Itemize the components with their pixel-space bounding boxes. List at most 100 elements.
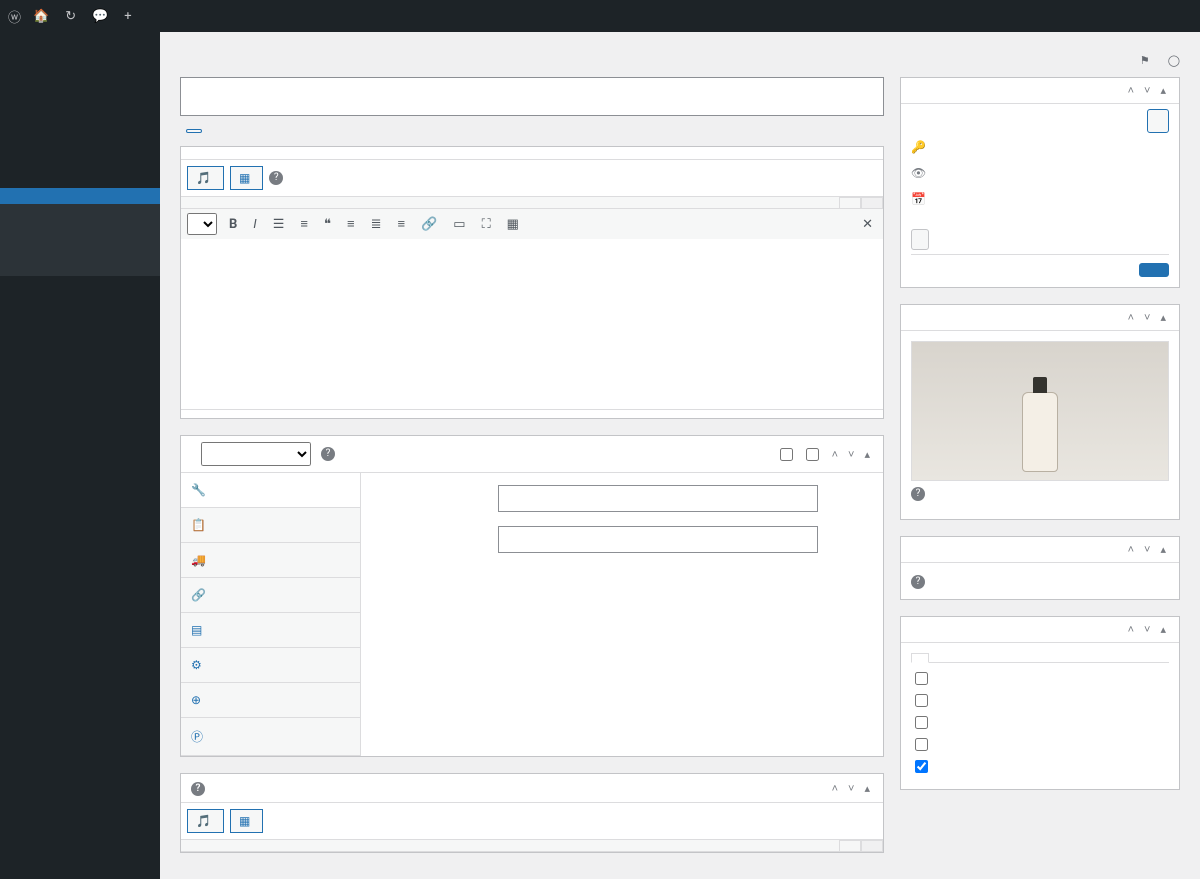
tab-more-options[interactable]: ⊕ xyxy=(181,683,360,718)
visual-tab[interactable] xyxy=(839,197,861,208)
sidebar-item-mailpoet[interactable] xyxy=(0,134,160,150)
site-name-link[interactable]: 🏠 xyxy=(33,9,53,24)
add-contact-form-button[interactable]: ▦ xyxy=(230,166,263,190)
sidebar-item-pages[interactable] xyxy=(0,102,160,118)
tab-advanced[interactable]: ⚙ xyxy=(181,648,360,683)
tab-inventory[interactable]: 📋 xyxy=(181,508,360,543)
sidebar-sub-categories[interactable] xyxy=(0,228,160,240)
help-icon[interactable]: ? xyxy=(191,782,205,796)
product-title-input[interactable] xyxy=(180,77,884,116)
caret-icon[interactable]: ▴ xyxy=(1157,311,1169,324)
sidebar-item-settings[interactable] xyxy=(0,394,160,410)
product-image-thumbnail[interactable] xyxy=(911,341,1169,481)
short-visual-tab[interactable] xyxy=(839,840,861,851)
text-tab[interactable] xyxy=(861,197,883,208)
category-checkbox[interactable] xyxy=(915,672,928,685)
sidebar-item-users[interactable] xyxy=(0,362,160,378)
category-checkbox[interactable] xyxy=(915,760,928,773)
sidebar-item-collapse[interactable] xyxy=(0,410,160,426)
chevron-down-icon[interactable]: ˅ xyxy=(1141,311,1153,324)
category-item[interactable] xyxy=(911,669,1169,691)
sidebar-item-products[interactable] xyxy=(0,188,160,204)
product-type-select[interactable] xyxy=(201,442,311,466)
category-item[interactable] xyxy=(911,757,1169,779)
short-text-tab[interactable] xyxy=(861,840,883,851)
link-icon[interactable]: 🔗 xyxy=(417,215,441,234)
sidebar-sub-all-products[interactable] xyxy=(0,204,160,216)
virtual-checkbox[interactable] xyxy=(780,448,793,461)
short-add-contact-button[interactable]: ▦ xyxy=(230,809,263,833)
category-item[interactable] xyxy=(911,735,1169,757)
wp-logo[interactable]: ⓦ xyxy=(8,7,21,26)
align-right-icon[interactable]: ≡ xyxy=(393,214,409,234)
sidebar-item-payments[interactable] xyxy=(0,276,160,292)
distraction-free-icon[interactable]: ✕ xyxy=(858,215,877,234)
category-checkbox[interactable] xyxy=(915,738,928,751)
sidebar-item-appearance[interactable] xyxy=(0,330,160,346)
category-item[interactable] xyxy=(911,691,1169,713)
sidebar-item-dashboard[interactable] xyxy=(0,32,160,48)
chevron-up-icon[interactable]: ˄ xyxy=(1125,311,1137,324)
comments-link[interactable]: 💬 xyxy=(92,9,112,24)
tab-general[interactable]: 🔧 xyxy=(181,473,360,508)
chevron-up-icon[interactable]: ˄ xyxy=(1125,543,1137,556)
downloadable-checkbox[interactable] xyxy=(806,448,819,461)
clear-cache-button[interactable] xyxy=(911,229,929,250)
numbered-list-icon[interactable]: ≡ xyxy=(296,214,312,234)
regular-price-input[interactable] xyxy=(498,485,818,512)
preview-changes-button[interactable] xyxy=(1147,109,1169,133)
caret-icon[interactable]: ▴ xyxy=(1157,543,1169,556)
all-categories-tab[interactable] xyxy=(911,653,929,663)
chevron-up-icon[interactable]: ˄ xyxy=(829,782,841,795)
sidebar-sub-reviews[interactable] xyxy=(0,264,160,276)
sidebar-item-comments[interactable] xyxy=(0,118,160,134)
tab-attributes[interactable]: ▤ xyxy=(181,613,360,648)
category-checkbox[interactable] xyxy=(915,694,928,707)
finish-setup-button[interactable]: ◯ xyxy=(1168,54,1180,69)
update-button[interactable] xyxy=(1139,263,1169,277)
help-icon[interactable]: ? xyxy=(269,171,283,185)
quote-icon[interactable]: ❝ xyxy=(320,215,335,234)
chevron-down-icon[interactable]: ˅ xyxy=(845,448,857,461)
sidebar-item-media[interactable] xyxy=(0,86,160,102)
sidebar-item-marketing[interactable] xyxy=(0,308,160,324)
chevron-down-icon[interactable]: ˅ xyxy=(1141,84,1153,97)
description-editor[interactable] xyxy=(181,239,883,409)
chevron-up-icon[interactable]: ˄ xyxy=(829,448,841,461)
chevron-up-icon[interactable]: ˄ xyxy=(1125,84,1137,97)
more-icon[interactable]: ▭ xyxy=(449,215,469,234)
sidebar-sub-attributes[interactable] xyxy=(0,252,160,264)
sidebar-item-tools[interactable] xyxy=(0,378,160,394)
sidebar-item-woocommerce[interactable] xyxy=(0,172,160,188)
short-add-media-button[interactable]: 🎵 xyxy=(187,809,224,833)
toolbar-toggle-icon[interactable]: ▦ xyxy=(503,215,523,234)
tab-pinterest[interactable]: Ⓟ xyxy=(181,718,360,756)
add-media-button[interactable]: 🎵 xyxy=(187,166,224,190)
chevron-down-icon[interactable]: ˅ xyxy=(1141,623,1153,636)
caret-icon[interactable]: ▴ xyxy=(1157,84,1169,97)
fullscreen-icon[interactable]: ⛶ xyxy=(478,215,495,234)
sidebar-sub-add-new[interactable] xyxy=(0,216,160,228)
sidebar-item-jetpack[interactable] xyxy=(0,48,160,64)
caret-icon[interactable]: ▴ xyxy=(861,448,873,461)
sidebar-item-posts[interactable] xyxy=(0,70,160,86)
align-left-icon[interactable]: ≡ xyxy=(343,214,359,234)
italic-icon[interactable]: I xyxy=(249,215,260,234)
category-checkbox[interactable] xyxy=(915,716,928,729)
chevron-down-icon[interactable]: ˅ xyxy=(1141,543,1153,556)
caret-icon[interactable]: ▴ xyxy=(1157,623,1169,636)
help-icon[interactable]: ? xyxy=(911,575,925,589)
edit-permalink-button[interactable] xyxy=(186,129,202,133)
align-center-icon[interactable]: ≣ xyxy=(367,215,386,234)
activity-button[interactable]: ⚑ xyxy=(1140,54,1150,69)
help-icon[interactable]: ? xyxy=(911,487,925,501)
new-content-link[interactable]: + xyxy=(124,9,135,24)
tab-linked[interactable]: 🔗 xyxy=(181,578,360,613)
caret-icon[interactable]: ▴ xyxy=(861,782,873,795)
chevron-up-icon[interactable]: ˄ xyxy=(1125,623,1137,636)
sidebar-sub-tags[interactable] xyxy=(0,240,160,252)
tab-shipping[interactable]: 🚚 xyxy=(181,543,360,578)
updates-link[interactable]: ↻ xyxy=(65,9,80,24)
sale-price-input[interactable] xyxy=(498,526,818,553)
sidebar-item-feedback[interactable] xyxy=(0,150,160,166)
